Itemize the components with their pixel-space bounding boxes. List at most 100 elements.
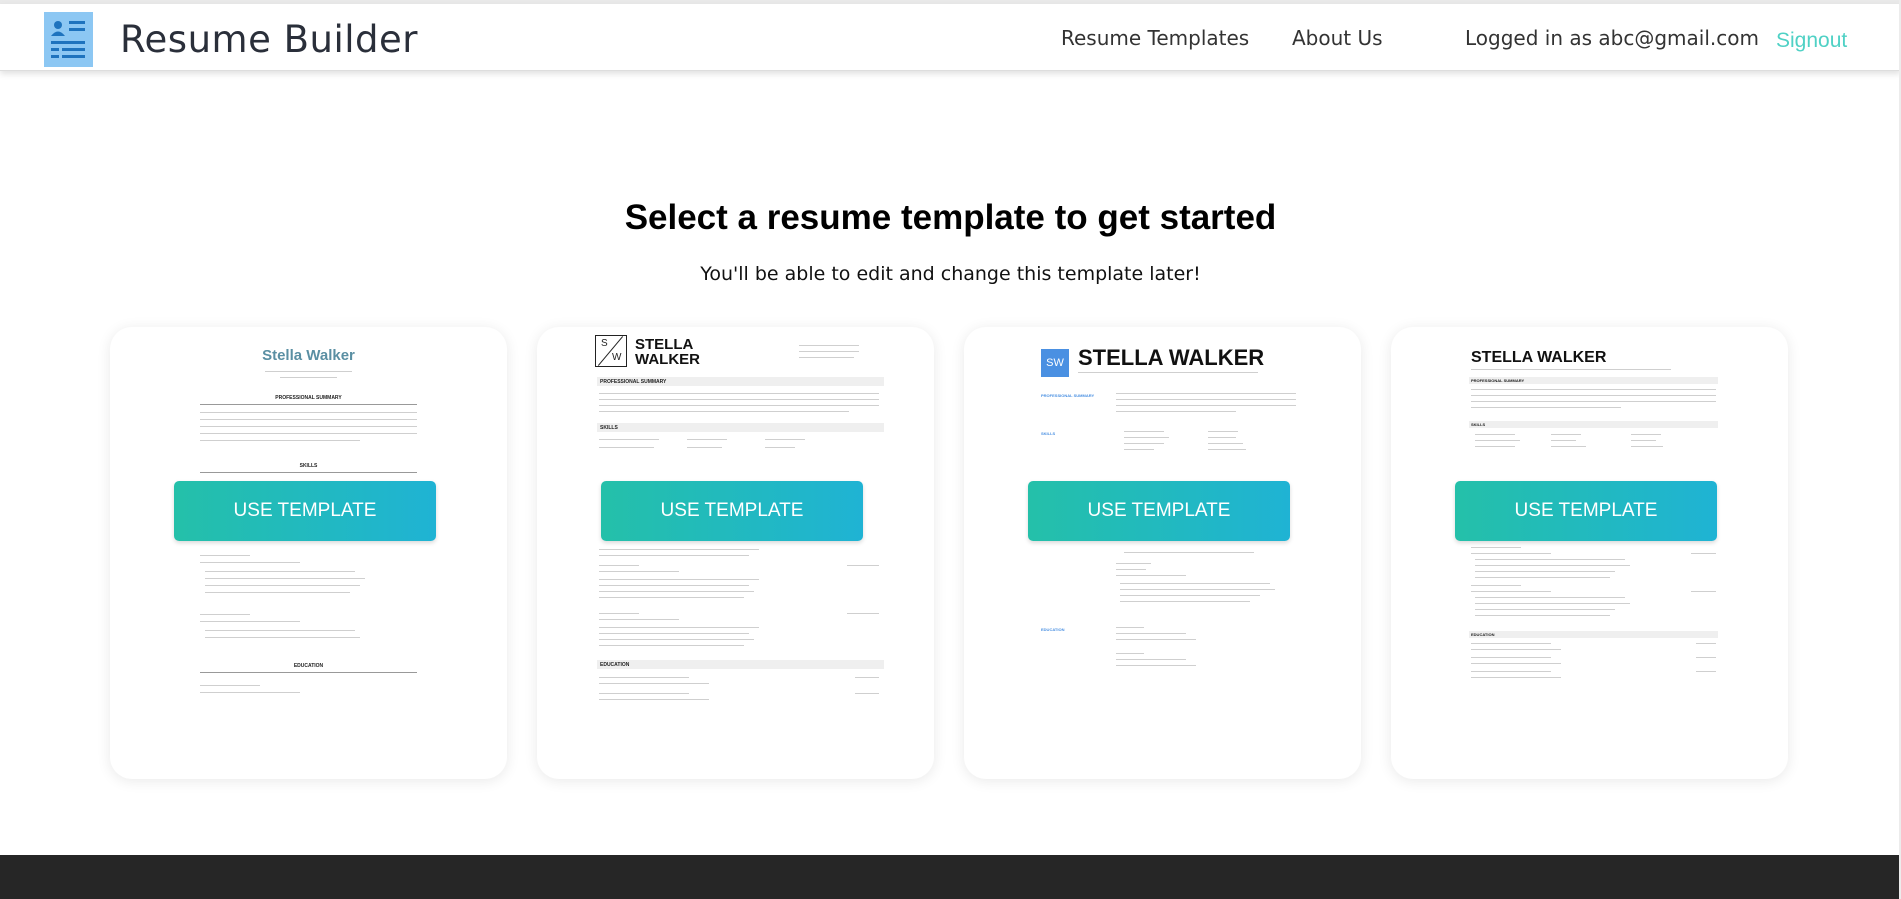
- text-line: [200, 412, 417, 413]
- use-template-button[interactable]: USE TEMPLATE: [1455, 481, 1717, 541]
- use-template-button[interactable]: USE TEMPLATE: [174, 481, 436, 541]
- text-line: [1208, 443, 1243, 444]
- text-line: [599, 549, 759, 550]
- text-line: [599, 597, 744, 598]
- template-name: WALKER: [635, 351, 700, 368]
- text-line: [599, 571, 679, 572]
- text-line: [847, 565, 879, 566]
- text-line: [599, 439, 659, 440]
- section-heading: PROFESSIONAL SUMMARY: [275, 395, 342, 401]
- text-line: [599, 411, 849, 412]
- text-line: [200, 419, 417, 420]
- text-line: [1691, 553, 1716, 554]
- signout-link[interactable]: Signout: [1776, 29, 1847, 53]
- text-line: [855, 677, 879, 678]
- text-line: [205, 592, 350, 593]
- text-line: [599, 633, 749, 634]
- text-line: [765, 439, 805, 440]
- template-card-2[interactable]: S W STELLA WALKER PROFESSIONAL SUMMARY S…: [537, 327, 934, 779]
- contact-line: [799, 345, 859, 346]
- text-line: [599, 699, 709, 700]
- text-line: [599, 585, 749, 586]
- document-list-icon[interactable]: [44, 12, 93, 67]
- text-line: [1475, 609, 1615, 610]
- text-line: [200, 621, 300, 622]
- text-line: [1471, 395, 1716, 396]
- text-line: [1551, 446, 1586, 447]
- use-template-button[interactable]: USE TEMPLATE: [1028, 481, 1290, 541]
- text-line: [1475, 571, 1615, 572]
- section-heading: EDUCATION: [1471, 632, 1495, 637]
- text-line: [599, 613, 639, 614]
- template-card-1[interactable]: Stella Walker PROFESSIONAL SUMMARY SKILL…: [110, 327, 507, 779]
- text-line: [1696, 643, 1716, 644]
- text-line: [599, 405, 879, 406]
- page-footer: [0, 855, 1901, 899]
- text-line: [1475, 565, 1630, 566]
- page-subheading: You'll be able to edit and change this t…: [700, 263, 1201, 285]
- template-name: STELLA WALKER: [1078, 345, 1265, 370]
- use-template-button[interactable]: USE TEMPLATE: [601, 481, 863, 541]
- text-line: [200, 555, 250, 556]
- text-line: [1471, 657, 1551, 658]
- section-bar: [597, 660, 884, 669]
- text-line: [1116, 405, 1296, 406]
- text-line: [1116, 633, 1186, 634]
- text-line: [1471, 677, 1561, 678]
- text-line: [1124, 443, 1164, 444]
- text-line: [765, 447, 795, 448]
- divider: [200, 472, 417, 473]
- text-line: [1124, 431, 1164, 432]
- text-line: [200, 685, 260, 686]
- text-line: [200, 426, 417, 427]
- text-line: [200, 433, 417, 434]
- text-line: [1551, 434, 1581, 435]
- nav-resume-templates[interactable]: Resume Templates: [1061, 26, 1249, 50]
- divider: [200, 404, 417, 405]
- template-card-3[interactable]: SW STELLA WALKER PROFESSIONAL SUMMARY SK…: [964, 327, 1361, 779]
- brand-title[interactable]: Resume Builder: [120, 18, 418, 61]
- template-card-4[interactable]: STELLA WALKER PROFESSIONAL SUMMARY SKILL…: [1391, 327, 1788, 779]
- text-line: [599, 555, 749, 556]
- text-line: [1631, 446, 1663, 447]
- text-line: [1116, 627, 1144, 628]
- text-line: [205, 637, 360, 638]
- text-line: [599, 393, 879, 394]
- template-name: Stella Walker: [262, 347, 355, 364]
- text-line: [1471, 643, 1551, 644]
- text-line: [1471, 389, 1716, 390]
- text-line: [1475, 615, 1610, 616]
- section-bar: [1469, 631, 1718, 638]
- text-line: [599, 645, 744, 646]
- navbar: Resume Builder Resume Templates About Us…: [0, 4, 1901, 71]
- text-line: [1124, 437, 1169, 438]
- text-line: [1631, 440, 1656, 441]
- monogram-text: SW: [1046, 357, 1064, 369]
- monogram-letter: S: [601, 338, 608, 349]
- text-line: [1116, 639, 1196, 640]
- text-line: [1116, 411, 1236, 412]
- text-line: [1471, 649, 1561, 650]
- text-line: [200, 440, 360, 441]
- section-heading: SKILLS: [600, 425, 618, 431]
- text-line: [1120, 583, 1270, 584]
- text-line: [1208, 449, 1246, 450]
- text-line: [599, 693, 689, 694]
- text-line: [599, 447, 654, 448]
- text-line: [1116, 665, 1196, 666]
- text-line: [205, 578, 365, 579]
- monogram-badge: SW: [1041, 349, 1069, 377]
- text-line: [1471, 553, 1551, 554]
- section-heading: PROFESSIONAL SUMMARY: [1471, 378, 1525, 383]
- text-line: [599, 579, 759, 580]
- text-line: [1116, 653, 1144, 654]
- text-line: [1631, 434, 1661, 435]
- text-line: [1471, 547, 1521, 548]
- text-line: [599, 619, 679, 620]
- section-bar: [597, 423, 884, 432]
- section-heading: PROFESSIONAL SUMMARY: [1041, 393, 1095, 398]
- contact-line: [1471, 369, 1671, 370]
- nav-about-us[interactable]: About Us: [1292, 26, 1383, 50]
- section-heading: SKILLS: [299, 463, 318, 469]
- text-line: [847, 613, 879, 614]
